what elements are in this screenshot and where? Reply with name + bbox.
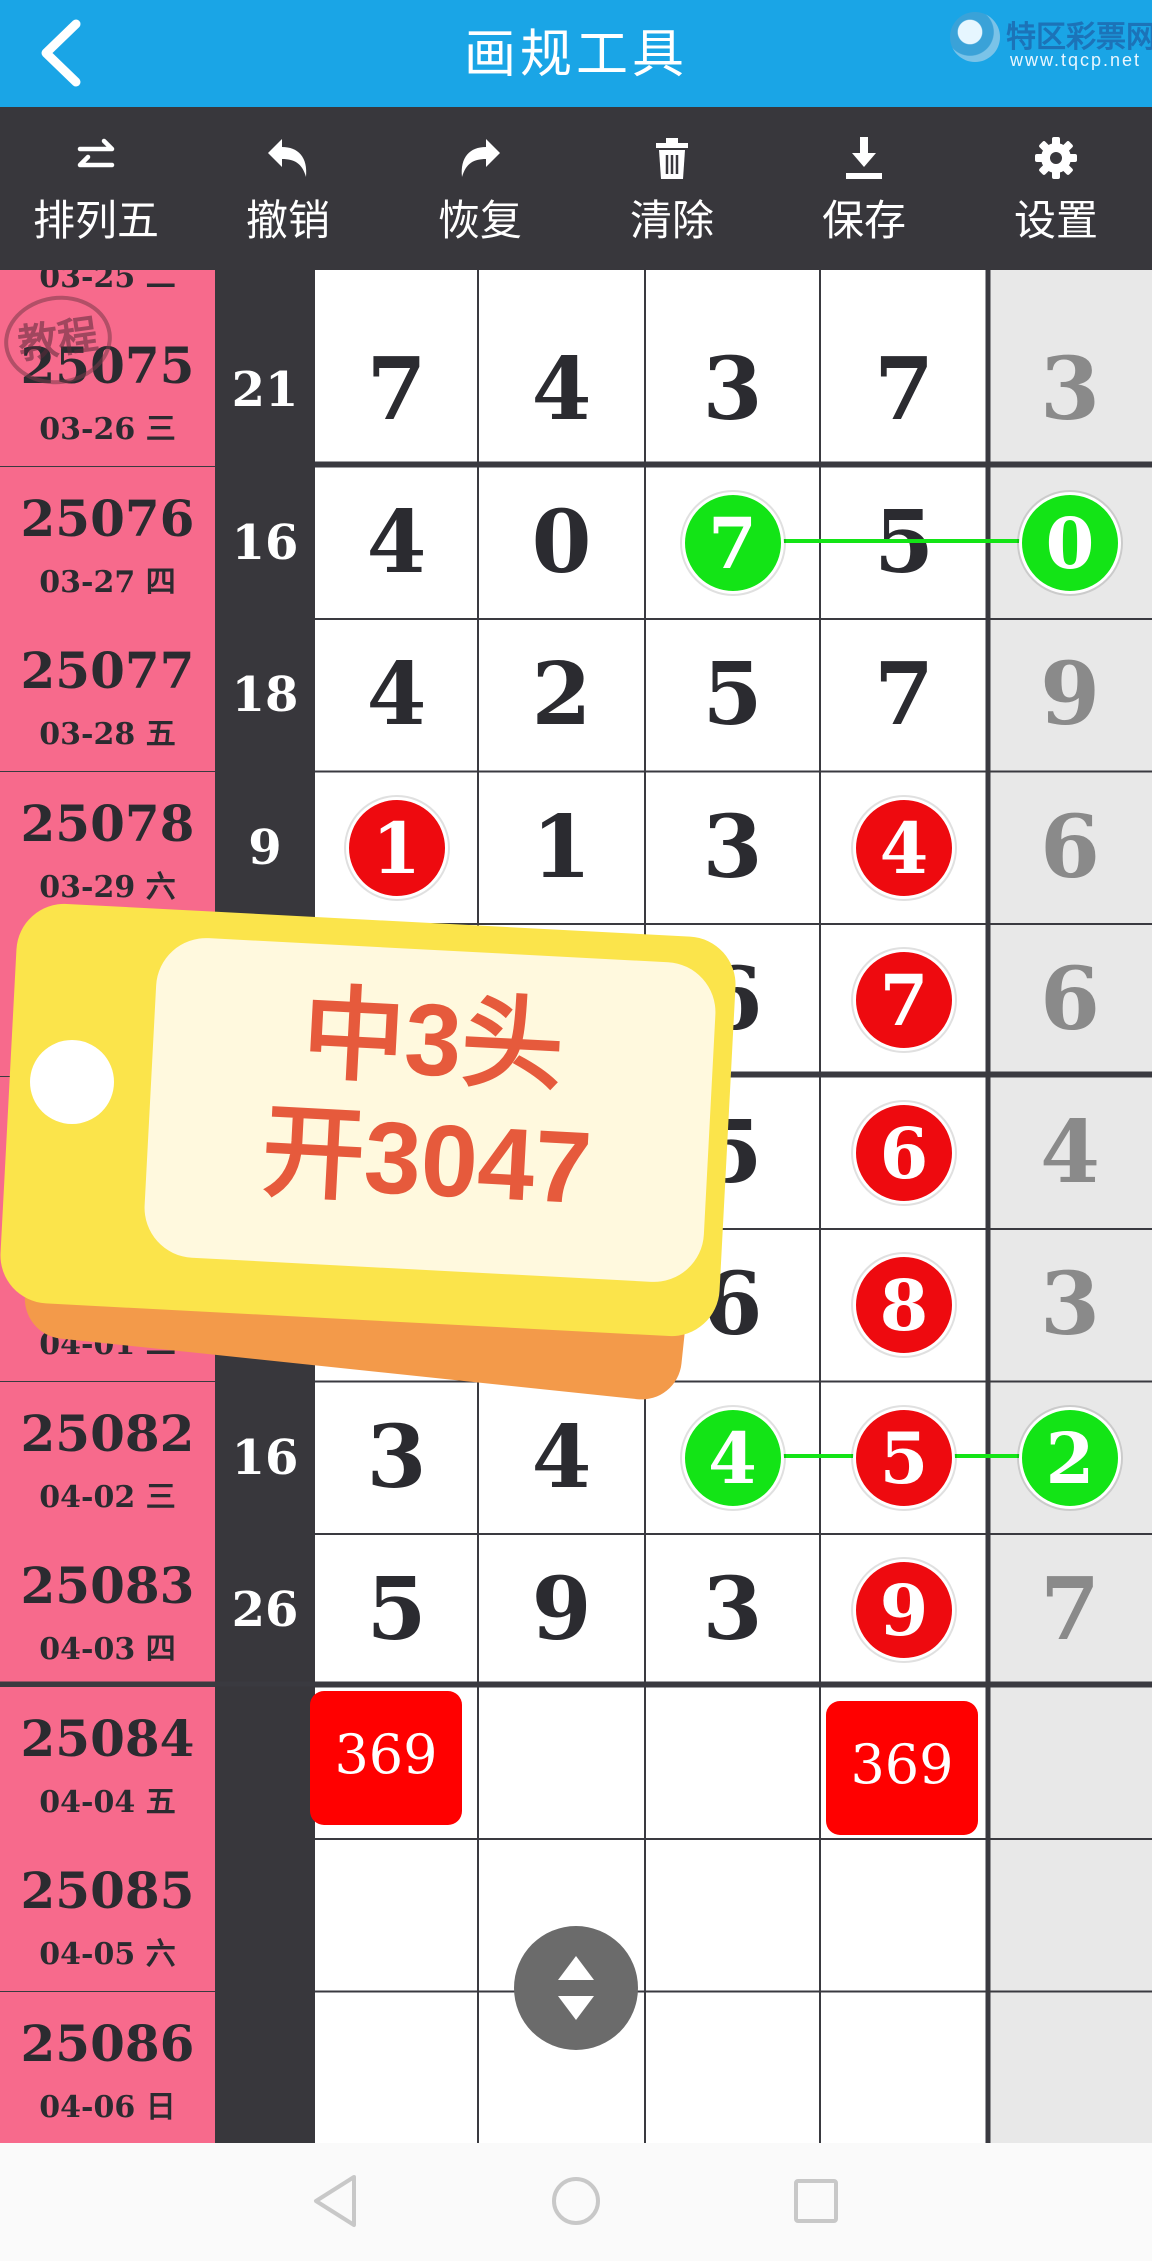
- undo-icon: [268, 139, 307, 177]
- scroll-up-down-button[interactable]: [514, 1926, 638, 2050]
- sticker-text: 中3头 开3047: [144, 966, 716, 1235]
- nav-back-icon[interactable]: [310, 2173, 360, 2229]
- settings-button[interactable]: 设置: [976, 107, 1136, 270]
- prediction-tag[interactable]: 369: [310, 1690, 462, 1825]
- system-nav-bar: [0, 2143, 1152, 2261]
- download-icon: [846, 137, 882, 179]
- green-ball-marker[interactable]: 2: [1019, 1406, 1121, 1509]
- settings-label: 设置: [1013, 197, 1098, 244]
- brand-url: www.tqcp.net: [1010, 50, 1142, 70]
- save-button[interactable]: 保存: [784, 107, 944, 270]
- result-sticker: 中3头 开3047: [0, 880, 760, 1420]
- prediction-tag[interactable]: 369: [826, 1700, 978, 1835]
- up-down-arrows-icon: [558, 1956, 594, 2020]
- green-ball-marker[interactable]: 4: [681, 1406, 784, 1509]
- red-ball-marker[interactable]: 6: [853, 1101, 955, 1204]
- nav-home-icon[interactable]: [550, 2175, 602, 2227]
- red-ball-marker[interactable]: 5: [853, 1406, 955, 1509]
- toolbar: 排列五 撤销 恢复 清除 保存 设置: [0, 107, 1152, 270]
- clear-label: 清除: [629, 197, 714, 244]
- trash-icon: [656, 138, 688, 179]
- redo-button[interactable]: 恢复: [400, 107, 560, 270]
- clear-button[interactable]: 清除: [592, 107, 752, 270]
- red-ball-marker[interactable]: 7: [853, 949, 955, 1052]
- redo-icon: [461, 139, 500, 177]
- red-ball-marker[interactable]: 4: [853, 796, 955, 899]
- chevron-left-icon[interactable]: [30, 16, 100, 91]
- green-ball-marker[interactable]: 7: [681, 491, 784, 594]
- green-ball-marker[interactable]: 0: [1019, 491, 1121, 594]
- undo-button[interactable]: 撤销: [208, 107, 368, 270]
- red-ball-marker[interactable]: 8: [853, 1254, 955, 1357]
- nav-recents-icon[interactable]: [792, 2177, 840, 2225]
- lottery-type-button[interactable]: 排列五: [16, 107, 176, 270]
- gear-icon: [1035, 137, 1077, 179]
- swap-icon: [77, 138, 115, 168]
- save-label: 保存: [821, 197, 906, 244]
- sticker-hole: [30, 1040, 114, 1124]
- brand-logo-icon: [950, 12, 1000, 62]
- lottery-type-label: 排列五: [32, 197, 159, 244]
- red-ball-marker[interactable]: 9: [853, 1559, 955, 1662]
- redo-label: 恢复: [437, 197, 522, 244]
- brand-logo: 特区彩票网 www.tqcp.net: [948, 10, 1152, 70]
- undo-label: 撤销: [245, 197, 330, 244]
